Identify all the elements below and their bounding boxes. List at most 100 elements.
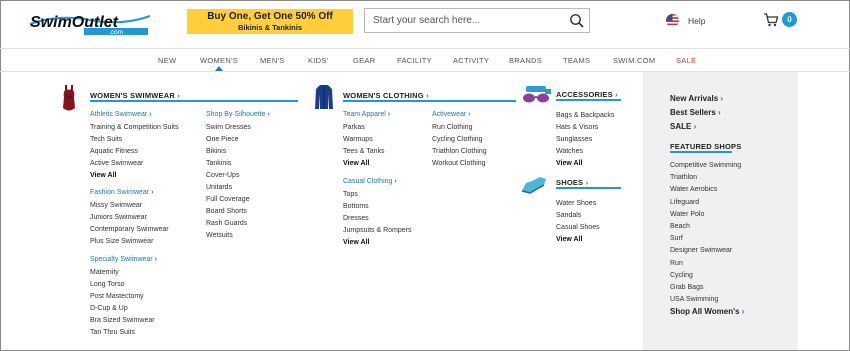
menu-item[interactable]: Bottoms (343, 201, 411, 213)
menu-item[interactable]: Watches (556, 146, 614, 158)
menu-item[interactable]: Unitards (206, 182, 270, 194)
menu-item[interactable]: Cover-Ups (206, 170, 270, 182)
nav-kids[interactable]: KIDS' (308, 56, 328, 65)
shoes-column: Water Shoes Sandals Casual Shoes View Al… (556, 198, 600, 246)
womens-swimwear-title[interactable]: WOMEN'S SWIMWEAR › (90, 91, 180, 100)
nav-swimcom[interactable]: SWIM.COM (613, 56, 655, 65)
casual-clothing-link[interactable]: Casual Clothing › (343, 178, 411, 185)
menu-item[interactable]: Warmups (343, 134, 390, 146)
shop-by-silhouette-link[interactable]: Shop By Silhouette › (206, 111, 270, 118)
shop-all-womens-link[interactable]: Shop All Women's › (670, 307, 744, 316)
featured-item[interactable]: USA Swimming (670, 294, 741, 306)
view-all-link[interactable]: View All (90, 170, 178, 182)
featured-item[interactable]: Water Aerobics (670, 184, 741, 196)
menu-item[interactable]: Juniors Swimwear (90, 212, 169, 224)
featured-item[interactable]: Competitive Swimming (670, 160, 741, 172)
jacket-thumbnail[interactable] (314, 84, 334, 110)
athletic-swimwear-link[interactable]: Athletic Swimwear › (90, 111, 178, 118)
view-all-link[interactable]: View All (556, 234, 600, 246)
cart-icon[interactable] (763, 12, 779, 28)
nav-facility[interactable]: FACILITY (397, 56, 432, 65)
menu-item[interactable]: Plus Size Swimwear (90, 236, 169, 248)
search-icon[interactable] (569, 13, 585, 29)
menu-item[interactable]: Post Mastectomy (90, 291, 157, 303)
menu-item[interactable]: Hats & Visors (556, 122, 614, 134)
menu-item[interactable]: Run Clothing (432, 122, 487, 134)
menu-item[interactable]: Workout Clothing (432, 158, 487, 170)
featured-item[interactable]: Triathlon (670, 172, 741, 184)
search-input[interactable] (373, 15, 563, 26)
view-all-link[interactable]: View All (343, 237, 411, 249)
accessories-title[interactable]: ACCESSORIES › (556, 90, 618, 99)
help-label: Help (688, 15, 706, 26)
menu-item[interactable]: Aquatic Fitness (90, 146, 178, 158)
menu-item[interactable]: Cycling Clothing (432, 134, 487, 146)
nav-sale[interactable]: SALE (676, 56, 696, 65)
nav-gear[interactable]: GEAR (353, 56, 375, 65)
menu-item[interactable]: Board Shorts (206, 206, 270, 218)
menu-item[interactable]: Bra Sized Swimwear (90, 315, 157, 327)
nav-new[interactable]: NEW (158, 56, 176, 65)
menu-item[interactable]: Casual Shoes (556, 222, 600, 234)
featured-item[interactable]: Lifeguard (670, 197, 741, 209)
featured-item[interactable]: Beach (670, 221, 741, 233)
menu-item[interactable]: Dresses (343, 213, 411, 225)
menu-item[interactable]: Tees & Tanks (343, 146, 390, 158)
help-link[interactable]: Help (666, 14, 705, 27)
menu-item[interactable]: Bags & Backpacks (556, 110, 614, 122)
swimsuit-thumbnail[interactable] (61, 84, 77, 114)
sale-link[interactable]: SALE › (670, 122, 696, 131)
menu-item[interactable]: Wetsuits (206, 230, 270, 242)
cart-count-badge[interactable]: 0 (782, 12, 797, 27)
menu-item[interactable]: Contemporary Swimwear (90, 224, 169, 236)
menu-item[interactable]: Triathlon Clothing (432, 146, 487, 158)
featured-item[interactable]: Grab Bags (670, 282, 741, 294)
team-apparel-link[interactable]: Team Apparel › (343, 111, 390, 118)
featured-item[interactable]: Cycling (670, 270, 741, 282)
new-arrivals-link[interactable]: New Arrivals › (670, 94, 723, 103)
specialty-swimwear-link[interactable]: Specialty Swimwear › (90, 256, 157, 263)
fashion-swimwear-link[interactable]: Fashion Swimwear › (90, 189, 169, 196)
featured-item[interactable]: Designer Swimwear (670, 245, 741, 257)
best-sellers-link[interactable]: Best Sellers › (670, 108, 721, 117)
featured-item[interactable]: Surf (670, 233, 741, 245)
shoes-title[interactable]: SHOES › (556, 178, 588, 187)
activewear-link[interactable]: Activewear › (432, 111, 487, 118)
search-box[interactable] (364, 8, 590, 33)
menu-item[interactable]: Active Swimwear (90, 158, 178, 170)
menu-item[interactable]: Full Coverage (206, 194, 270, 206)
nav-womens[interactable]: WOMEN'S (200, 56, 238, 65)
menu-item[interactable]: Tankinis (206, 158, 270, 170)
menu-item[interactable]: Tops (343, 189, 411, 201)
view-all-link[interactable]: View All (343, 158, 390, 170)
nav-mens[interactable]: MEN'S (260, 56, 285, 65)
menu-item[interactable]: One Piece (206, 134, 270, 146)
promo-banner[interactable]: Buy One, Get One 50% Off Bikinis & Tanki… (187, 9, 353, 34)
swimoutlet-logo[interactable]: SwimOutlet .com (28, 10, 152, 36)
womens-clothing-title[interactable]: WOMEN'S CLOTHING › (343, 91, 429, 100)
view-all-link[interactable]: View All (556, 158, 614, 170)
menu-item[interactable]: Swim Dresses (206, 122, 270, 134)
menu-item[interactable]: Training & Competition Suits (90, 122, 178, 134)
featured-item[interactable]: Run (670, 258, 741, 270)
menu-item[interactable]: Bikinis (206, 146, 270, 158)
nav-activity[interactable]: ACTIVITY (453, 56, 489, 65)
sunglasses-thumbnail[interactable] (520, 86, 552, 106)
menu-item[interactable]: Jumpsuits & Rompers (343, 225, 411, 237)
featured-item[interactable]: Water Polo (670, 209, 741, 221)
menu-item[interactable]: Sunglasses (556, 134, 614, 146)
menu-item[interactable]: Tech Suits (90, 134, 178, 146)
menu-item[interactable]: D-Cup & Up (90, 303, 157, 315)
menu-item[interactable]: Tan Thru Suits (90, 327, 157, 339)
menu-item[interactable]: Sandals (556, 210, 600, 222)
menu-item[interactable]: Missy Swimwear (90, 200, 169, 212)
nav-brands[interactable]: BRANDS (509, 56, 542, 65)
menu-item[interactable]: Parkas (343, 122, 390, 134)
nav-teams[interactable]: TEAMS (563, 56, 590, 65)
team-apparel-column: Team Apparel › Parkas Warmups Tees & Tan… (343, 111, 390, 170)
menu-item[interactable]: Maternity (90, 267, 157, 279)
menu-item[interactable]: Water Shoes (556, 198, 600, 210)
menu-item[interactable]: Long Torso (90, 279, 157, 291)
menu-item[interactable]: Rash Guards (206, 218, 270, 230)
shoe-thumbnail[interactable] (520, 175, 548, 195)
